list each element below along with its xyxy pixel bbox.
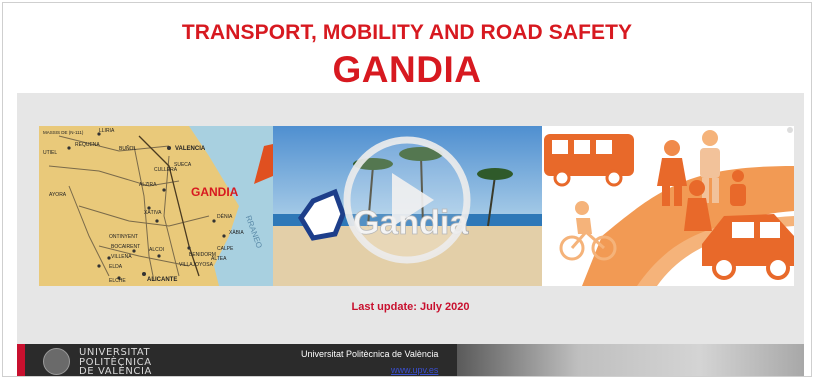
page-frame: TRANSPORT, MOBILITY AND ROAD SAFETY GAND… xyxy=(2,2,812,377)
footer: UNIVERSITAT POLITÈCNICA DE VALÈNCIA Univ… xyxy=(17,344,804,377)
svg-text:ALICANTE: ALICANTE xyxy=(147,277,177,283)
svg-text:ELDA: ELDA xyxy=(109,264,123,270)
svg-text:VALENCIA: VALENCIA xyxy=(175,146,206,152)
svg-text:VILLENA: VILLENA xyxy=(111,254,132,260)
svg-text:MASSIS DE (N-111): MASSIS DE (N-111) xyxy=(43,130,84,135)
svg-text:SUECA: SUECA xyxy=(174,162,192,168)
university-line-3: DE VALÈNCIA xyxy=(79,366,152,377)
svg-text:UTIEL: UTIEL xyxy=(43,150,57,156)
svg-text:CALPE: CALPE xyxy=(217,246,234,252)
svg-text:BOCAIRENT: BOCAIRENT xyxy=(111,244,140,250)
svg-text:BENIDORM: BENIDORM xyxy=(189,252,216,258)
svg-text:LLIRIA: LLIRIA xyxy=(99,128,115,134)
footer-website-link[interactable]: www.upv.es xyxy=(391,365,438,375)
play-icon xyxy=(343,136,471,264)
svg-text:ELCHE: ELCHE xyxy=(109,278,126,284)
map-image: VALENCIA LLIRIA UTIEL REQUENA BUÑOL MASS… xyxy=(39,126,273,286)
footer-accent-bar xyxy=(17,344,25,376)
transport-image xyxy=(542,126,794,286)
media-panel: VALENCIA LLIRIA UTIEL REQUENA BUÑOL MASS… xyxy=(17,93,804,353)
svg-text:VILLAJOYOSA: VILLAJOYOSA xyxy=(179,262,214,268)
svg-text:ONTINYENT: ONTINYENT xyxy=(109,234,138,240)
university-seal-icon xyxy=(43,348,70,375)
svg-text:XÀTIVA: XÀTIVA xyxy=(144,209,162,216)
svg-text:ALZIRA: ALZIRA xyxy=(139,182,157,188)
svg-text:ALCOI: ALCOI xyxy=(149,247,164,253)
footer-university-name: Universitat Politècnica de València xyxy=(301,349,439,359)
svg-text:BUÑOL: BUÑOL xyxy=(119,145,136,152)
map-gandia-label: GANDIA xyxy=(191,185,239,199)
svg-text:REQUENA: REQUENA xyxy=(75,142,100,148)
footer-texture-image xyxy=(457,344,804,376)
page-title: TRANSPORT, MOBILITY AND ROAD SAFETY xyxy=(181,21,633,44)
university-logo-text: UNIVERSITAT POLITÈCNICA DE VALÈNCIA xyxy=(79,348,152,377)
svg-text:XÀBIA: XÀBIA xyxy=(229,229,244,236)
last-update-text: Last update: July 2020 xyxy=(351,301,470,313)
svg-text:DÉNIA: DÉNIA xyxy=(217,213,233,220)
play-button[interactable] xyxy=(342,135,472,265)
page-subtitle: GANDIA xyxy=(332,49,482,90)
svg-text:AYORA: AYORA xyxy=(49,192,67,198)
